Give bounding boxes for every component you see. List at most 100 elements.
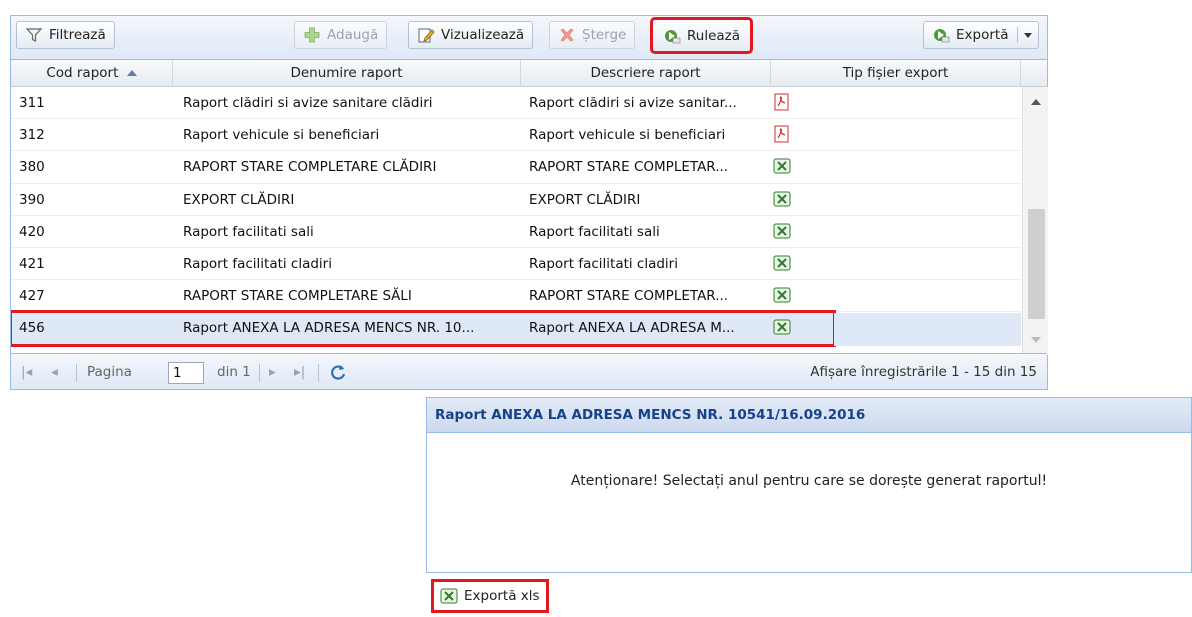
delete-button[interactable]: Șterge xyxy=(549,21,636,49)
run-button[interactable]: Rulează xyxy=(649,17,754,54)
export-xls-label: Exportă xls xyxy=(464,588,540,604)
sort-ascending-icon xyxy=(126,70,137,76)
cell-description: Raport ANEXA LA ADRESA M... xyxy=(529,320,735,337)
cell-code: 421 xyxy=(19,255,45,272)
cell-name: EXPORT CLĂDIRI xyxy=(183,191,295,208)
pdf-icon xyxy=(774,93,789,111)
scrollbar-thumb[interactable] xyxy=(1028,209,1045,319)
reports-grid: Filtrează Adaugă Vizualizează Șterge Rul… xyxy=(10,15,1048,390)
cell-name: Raport facilitati sali xyxy=(183,223,314,240)
cell-description: Raport vehicule si beneficiari xyxy=(529,127,726,144)
table-row[interactable]: 427 RAPORT STARE COMPLETARE SĂLI RAPORT … xyxy=(11,280,1021,313)
next-page-icon[interactable]: ▸ xyxy=(269,354,276,390)
export-xls-button[interactable]: Exportă xls xyxy=(431,579,549,613)
cell-code: 311 xyxy=(19,95,45,111)
cell-export-type xyxy=(771,312,831,344)
cell-name: Raport vehicule si beneficiari xyxy=(183,127,380,144)
cell-export-type xyxy=(771,280,1021,312)
display-info: Afișare înregistrările 1 - 15 din 15 xyxy=(810,364,1037,380)
selected-row-fill xyxy=(834,313,1021,346)
cell-export-type xyxy=(771,184,1021,216)
grid-header: Cod raport Denumire raport Descriere rap… xyxy=(11,60,1047,87)
previous-page-icon[interactable]: ◂ xyxy=(51,354,58,390)
add-label: Adaugă xyxy=(327,27,379,43)
cell-export-type xyxy=(771,151,1021,183)
export-button[interactable]: Exportă xyxy=(923,21,1040,49)
table-row[interactable]: 421 Raport facilitati cladiri Raport fac… xyxy=(11,248,1021,281)
export-label: Exportă xyxy=(956,27,1009,43)
chevron-down-icon[interactable] xyxy=(1024,33,1033,38)
cell-code: 420 xyxy=(19,223,45,240)
filter-icon xyxy=(25,28,43,42)
page-count-label: din 1 xyxy=(217,364,251,380)
refresh-icon[interactable] xyxy=(329,363,347,381)
delete-label: Șterge xyxy=(582,27,627,43)
cell-description: RAPORT STARE COMPLETAR... xyxy=(529,159,729,176)
excel-icon xyxy=(773,223,791,239)
excel-icon xyxy=(773,287,791,303)
column-header-tip[interactable]: Tip fișier export xyxy=(771,60,1021,87)
split-separator xyxy=(1017,27,1019,43)
column-header-denumire[interactable]: Denumire raport xyxy=(173,60,521,87)
cell-description: Raport facilitati sali xyxy=(529,223,660,240)
cell-code: 456 xyxy=(19,320,45,337)
vertical-scrollbar[interactable] xyxy=(1022,87,1048,355)
table-row[interactable]: 420 Raport facilitati sali Raport facili… xyxy=(11,216,1021,248)
table-row[interactable]: 311 Raport clădiri si avize sanitare clă… xyxy=(11,87,1021,120)
cell-name: RAPORT STARE COMPLETARE CLĂDIRI xyxy=(183,159,437,176)
column-header-descriere[interactable]: Descriere raport xyxy=(521,60,771,87)
scroll-up-arrow-icon[interactable] xyxy=(1031,99,1041,105)
pager-separator xyxy=(259,364,260,382)
cell-name: Raport facilitati cladiri xyxy=(183,255,332,272)
excel-icon xyxy=(773,255,791,271)
grid-rows: 311 Raport clădiri si avize sanitare clă… xyxy=(11,87,1021,355)
first-page-icon[interactable]: |◂ xyxy=(21,354,32,390)
dialog-message: Atenționare! Selectați anul pentru care … xyxy=(570,473,1048,489)
run-label: Rulează xyxy=(687,27,741,44)
dialog-body: Atenționare! Selectați anul pentru care … xyxy=(426,433,1192,573)
cell-export-type xyxy=(771,119,1021,151)
cell-description: Raport facilitati cladiri xyxy=(529,255,678,272)
dialog-footer: Exportă xls xyxy=(426,573,1192,617)
excel-icon xyxy=(773,191,791,207)
add-button[interactable]: Adaugă xyxy=(294,21,388,49)
run-report-icon xyxy=(665,29,681,43)
pager-separator xyxy=(318,364,319,382)
excel-icon xyxy=(773,319,791,335)
plus-icon xyxy=(304,27,320,43)
export-icon xyxy=(934,29,950,43)
report-dialog: Raport ANEXA LA ADRESA MENCS NR. 10541/1… xyxy=(426,397,1192,617)
cell-export-type xyxy=(771,248,1021,280)
last-page-icon[interactable]: ▸| xyxy=(294,354,305,390)
cell-export-type xyxy=(771,216,1021,248)
pdf-icon xyxy=(774,125,789,143)
scroll-down-arrow-icon[interactable] xyxy=(1031,337,1041,343)
view-label: Vizualizează xyxy=(441,27,525,43)
cell-name: Raport ANEXA LA ADRESA MENCS NR. 10... xyxy=(183,320,475,337)
cell-name: Raport clădiri si avize sanitare clădiri xyxy=(183,95,433,111)
filter-label: Filtrează xyxy=(49,27,106,43)
table-row-selected[interactable]: 456 Raport ANEXA LA ADRESA MENCS NR. 10.… xyxy=(11,310,836,348)
view-button[interactable]: Vizualizează xyxy=(408,21,534,49)
delete-icon xyxy=(560,28,574,42)
column-header-cod[interactable]: Cod raport xyxy=(11,60,173,87)
cell-description: EXPORT CLĂDIRI xyxy=(529,191,641,208)
table-row[interactable]: 390 EXPORT CLĂDIRI EXPORT CLĂDIRI xyxy=(11,184,1021,216)
cell-code: 427 xyxy=(19,288,45,305)
cell-code: 312 xyxy=(19,127,45,144)
grid-toolbar: Filtrează Adaugă Vizualizează Șterge Rul… xyxy=(11,16,1047,60)
page-label: Pagina xyxy=(87,364,132,380)
cell-export-type xyxy=(771,87,1021,119)
table-row[interactable]: 380 RAPORT STARE COMPLETARE CLĂDIRI RAPO… xyxy=(11,151,1021,184)
cell-code: 380 xyxy=(19,159,45,176)
paging-toolbar: |◂ ◂ Pagina 1 din 1 ▸ ▸| Afișare înregis… xyxy=(11,353,1047,389)
page-number-input[interactable]: 1 xyxy=(168,362,204,384)
table-row[interactable]: 312 Raport vehicule si beneficiari Rapor… xyxy=(11,119,1021,152)
filter-button[interactable]: Filtrează xyxy=(16,21,115,49)
excel-icon xyxy=(440,588,458,604)
excel-icon xyxy=(773,158,791,174)
cell-description: Raport clădiri si avize sanitar... xyxy=(529,95,737,111)
dialog-title: Raport ANEXA LA ADRESA MENCS NR. 10541/1… xyxy=(426,397,1192,433)
cell-name: RAPORT STARE COMPLETARE SĂLI xyxy=(183,288,412,305)
pager-separator xyxy=(76,364,77,382)
